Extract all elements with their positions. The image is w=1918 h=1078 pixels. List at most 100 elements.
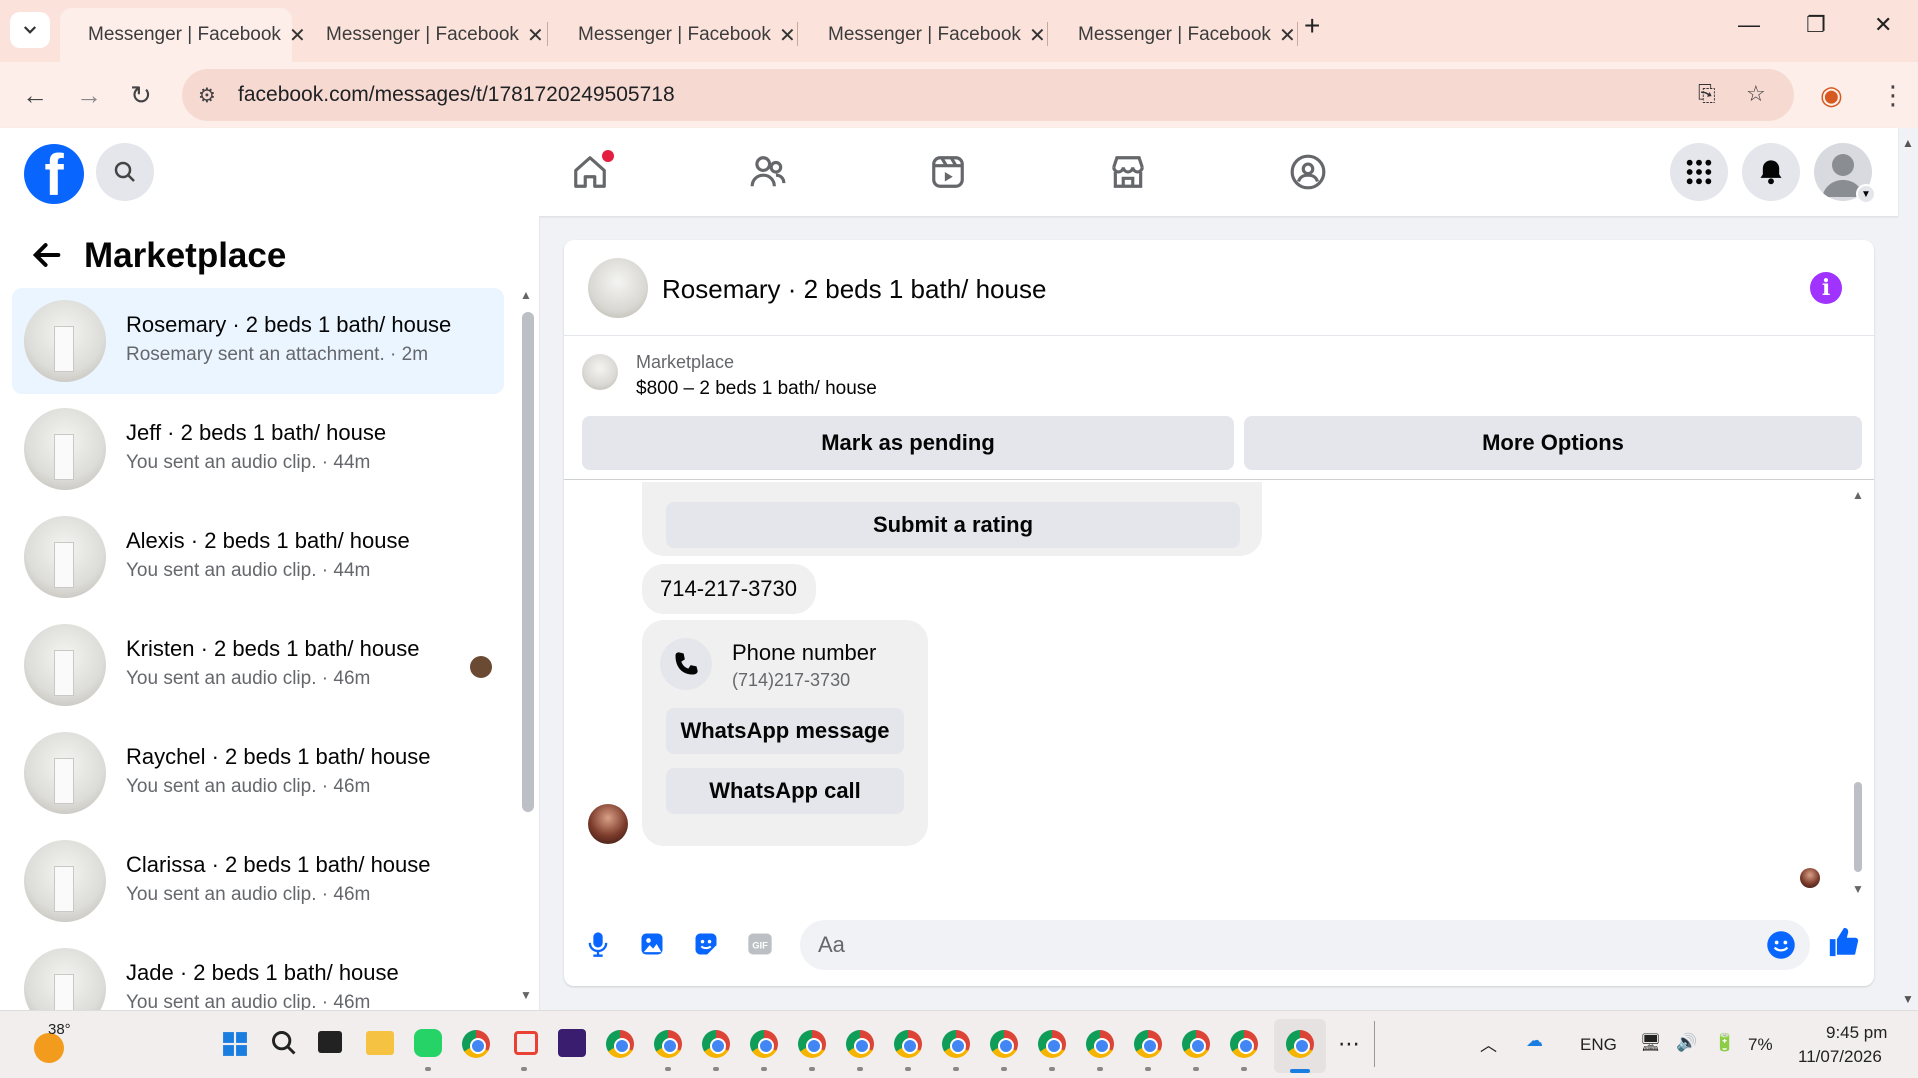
search-icon[interactable] [270, 1029, 298, 1062]
chrome-profile-icon[interactable] [1134, 1030, 1162, 1058]
scroll-down-arrow-icon[interactable]: ▼ [520, 988, 532, 1002]
reload-icon[interactable]: ↻ [130, 80, 152, 111]
minimize-icon[interactable]: — [1738, 12, 1760, 38]
chat-title[interactable]: Rosemary · 2 beds 1 bath/ house [662, 274, 1046, 305]
chrome-icon[interactable] [462, 1030, 490, 1058]
marketplace-nav-icon[interactable] [1106, 150, 1150, 194]
gif-icon[interactable]: GIF [744, 928, 776, 960]
clock-date[interactable]: 11/07/2026 [1798, 1047, 1882, 1067]
message-scrollbar[interactable] [1854, 782, 1862, 872]
browser-tab-5[interactable]: f Messenger | Facebook ✕ [1050, 8, 1296, 62]
chrome-profile-icon[interactable] [1230, 1030, 1258, 1058]
mark-as-pending-button[interactable]: Mark as pending [582, 416, 1234, 470]
chrome-profile-icon[interactable] [1086, 1030, 1114, 1058]
task-view-icon[interactable] [318, 1031, 342, 1053]
close-tab-icon[interactable]: ✕ [779, 23, 796, 48]
close-tab-icon[interactable]: ✕ [527, 23, 544, 48]
close-tab-icon[interactable]: ✕ [1279, 23, 1296, 48]
submit-rating-button[interactable]: Submit a rating [666, 502, 1240, 548]
scroll-up-arrow-icon[interactable]: ▲ [520, 288, 532, 302]
conversation-item[interactable]: Raychel · 2 beds 1 bath/ house You sent … [12, 720, 504, 826]
chrome-profile-icon[interactable] [798, 1030, 826, 1058]
url-text[interactable]: facebook.com/messages/t/1781720249505718 [238, 83, 675, 107]
photo-icon[interactable] [636, 928, 668, 960]
back-arrow-icon[interactable] [30, 238, 64, 281]
friends-nav-icon[interactable] [746, 150, 790, 194]
language-indicator[interactable]: ENG [1580, 1035, 1617, 1055]
install-app-icon[interactable]: ⎘ [1698, 81, 1716, 107]
back-arrow-icon[interactable]: ← [22, 80, 48, 111]
conversation-item[interactable]: Jeff · 2 beds 1 bath/ house You sent an … [12, 396, 504, 502]
chrome-profile-icon[interactable] [846, 1030, 874, 1058]
conversation-item[interactable]: Kristen · 2 beds 1 bath/ house You sent … [12, 612, 504, 718]
new-tab-icon[interactable]: + [1304, 10, 1320, 42]
show-hidden-icons-icon[interactable]: ︿ [1480, 1031, 1497, 1056]
chrome-profile-icon[interactable] [1038, 1030, 1066, 1058]
chrome-profile-icon[interactable] [894, 1030, 922, 1058]
scroll-up-arrow-icon[interactable]: ▲ [1852, 488, 1864, 502]
conversation-list-scrollbar[interactable] [522, 312, 534, 812]
search-button[interactable] [96, 143, 154, 201]
info-icon[interactable]: i [1810, 272, 1842, 304]
notifications-button[interactable] [1742, 143, 1800, 201]
forward-arrow-icon[interactable]: → [76, 80, 102, 111]
volume-icon[interactable]: 🔊 [1676, 1033, 1697, 1053]
browser-tab-4[interactable]: f Messenger | Facebook ✕ [800, 8, 1046, 62]
onedrive-icon[interactable]: ☁ [1526, 1031, 1543, 1051]
site-settings-icon[interactable]: ⚙ [198, 83, 216, 108]
close-tab-icon[interactable]: ✕ [1029, 23, 1046, 48]
chrome-profile-icon[interactable] [942, 1030, 970, 1058]
scroll-down-arrow-icon[interactable]: ▼ [1852, 882, 1864, 896]
emoji-icon[interactable] [1766, 930, 1796, 965]
conversation-item[interactable]: Alexis · 2 beds 1 bath/ house You sent a… [12, 504, 504, 610]
conversation-item[interactable]: Clarissa · 2 beds 1 bath/ house You sent… [12, 828, 504, 934]
restore-icon[interactable]: ❐ [1806, 12, 1826, 38]
facebook-logo[interactable]: f [24, 144, 84, 204]
browser-tab-3[interactable]: f Messenger | Facebook ✕ [550, 8, 796, 62]
conversation-item[interactable]: Jade · 2 beds 1 bath/ house You sent an … [12, 936, 504, 1010]
browser-tab-1[interactable]: f Messenger | Facebook ✕ [60, 8, 306, 62]
page-scroll-down-arrow-icon[interactable]: ▼ [1902, 992, 1914, 1006]
sticker-icon[interactable] [690, 928, 722, 960]
chrome-profile-icon[interactable] [1182, 1030, 1210, 1058]
page-scroll-up-arrow-icon[interactable]: ▲ [1902, 136, 1914, 150]
more-options-button[interactable]: More Options [1244, 416, 1862, 470]
file-explorer-icon[interactable] [366, 1031, 394, 1055]
video-nav-icon[interactable] [926, 150, 970, 194]
whatsapp-icon[interactable] [414, 1029, 442, 1057]
listing-price-title[interactable]: $800 – 2 beds 1 bath/ house [636, 378, 877, 400]
whatsapp-message-button[interactable]: WhatsApp message [666, 708, 904, 754]
window-close-icon[interactable]: ✕ [1874, 12, 1892, 38]
chrome-profile-icon[interactable] [702, 1030, 730, 1058]
microphone-icon[interactable] [582, 928, 614, 960]
message-input-field[interactable] [800, 920, 1810, 970]
network-icon[interactable]: 🖥 [1640, 1033, 1662, 1053]
address-bar[interactable]: ⚙ facebook.com/messages/t/17817202495057… [182, 69, 1794, 121]
groups-nav-icon[interactable] [1286, 150, 1330, 194]
conversation-item[interactable]: Rosemary · 2 beds 1 bath/ house Rosemary… [12, 288, 504, 394]
whatsapp-call-button[interactable]: WhatsApp call [666, 768, 904, 814]
more-apps-icon[interactable]: ⋯ [1338, 1031, 1360, 1057]
thumbs-up-icon[interactable] [1826, 924, 1862, 960]
chrome-profile-icon[interactable] [750, 1030, 778, 1058]
browser-menu-icon[interactable]: ⋮ [1880, 80, 1906, 111]
battery-icon[interactable]: 🔋 [1714, 1033, 1735, 1053]
tab-search-button[interactable] [10, 12, 50, 48]
bookmark-star-icon[interactable]: ☆ [1746, 81, 1766, 107]
weather-widget[interactable]: 38° [30, 1021, 71, 1063]
menu-button[interactable] [1670, 143, 1728, 201]
windows-start-icon[interactable] [222, 1031, 248, 1062]
browser-tab-2[interactable]: f Messenger | Facebook ✕ [298, 8, 544, 62]
phone-message-text[interactable]: 714-217-3730 [660, 576, 797, 602]
message-input[interactable] [818, 930, 1718, 960]
listing-thumbnail[interactable] [582, 354, 618, 390]
clock-time[interactable]: 9:45 pm [1826, 1023, 1887, 1043]
app-icon[interactable] [558, 1029, 586, 1057]
chrome-profile-icon[interactable] [654, 1030, 682, 1058]
profile-icon[interactable]: ◉ [1820, 80, 1843, 111]
home-nav-icon[interactable] [568, 150, 614, 194]
account-chevron-icon[interactable]: ▼ [1856, 184, 1876, 204]
chrome-icon[interactable] [606, 1030, 634, 1058]
chrome-profile-icon[interactable] [990, 1030, 1018, 1058]
sender-avatar[interactable] [588, 804, 628, 844]
